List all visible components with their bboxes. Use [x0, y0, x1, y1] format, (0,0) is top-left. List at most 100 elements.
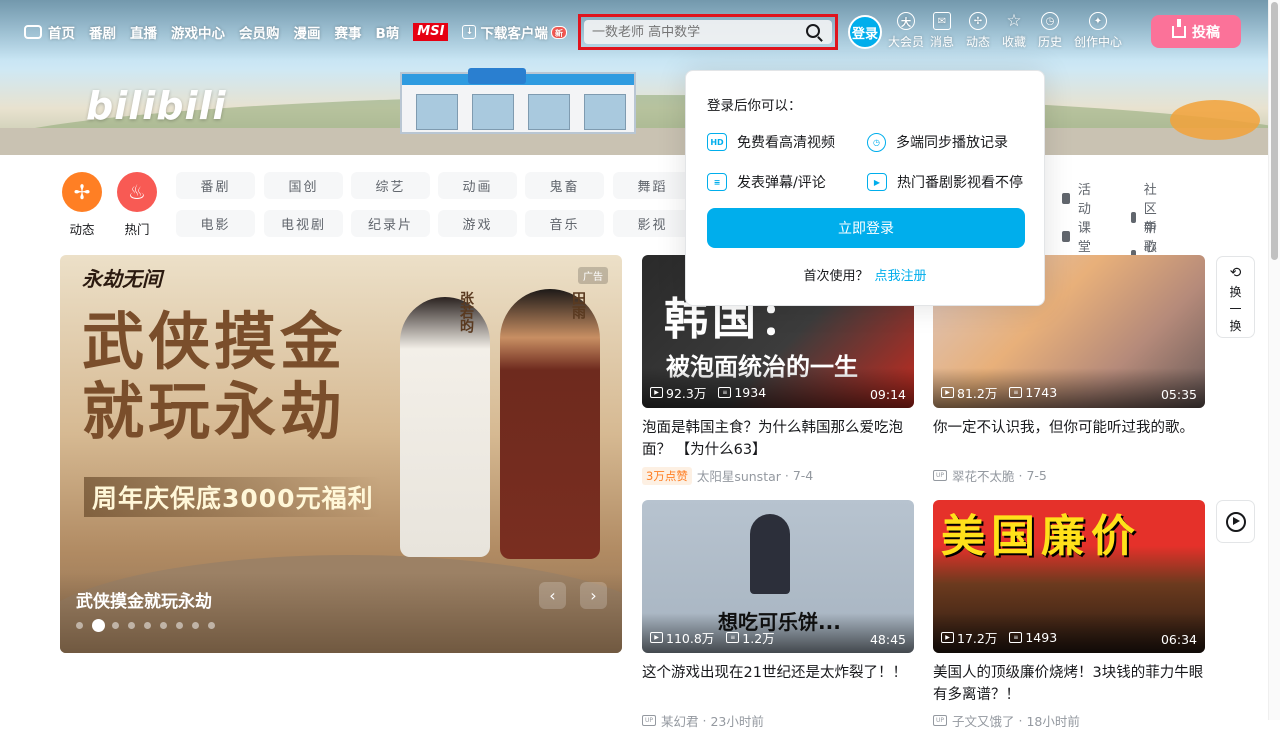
nav-favorites[interactable]: ☆ 收藏	[996, 11, 1032, 50]
nav-creator-center[interactable]: ✦ 创作中心	[1068, 12, 1128, 50]
carousel-prev-button[interactable]: ‹	[539, 582, 566, 609]
refresh-icon: ⟲	[1229, 265, 1242, 281]
nav-dynamics[interactable]: ✢ 动态	[960, 12, 996, 50]
carousel-dots	[76, 619, 224, 632]
nav-vip-shop[interactable]: 会员购	[239, 22, 280, 42]
chip-dance[interactable]: 舞蹈	[613, 172, 692, 199]
chip-variety[interactable]: 综艺	[351, 172, 430, 199]
hero-name-1: 张若昀	[458, 291, 474, 333]
carousel-dot[interactable]	[76, 622, 83, 629]
popup-login-button[interactable]: 立即登录	[707, 208, 1025, 248]
popup-heading: 登录后你可以：	[707, 98, 802, 114]
bilibili-logo[interactable]: bilibili	[86, 84, 227, 128]
video-card[interactable]: 想吃可乐饼... ▶110.8万≡1.2万 48:45 这个游戏出现在21世纪还…	[642, 500, 914, 730]
tv-icon	[24, 25, 42, 39]
video-author[interactable]: 太阳星sunstar	[697, 466, 781, 485]
category-dynamics[interactable]: ✢ 动态	[60, 172, 104, 238]
video-card[interactable]: 美国廉价 ▶ 17.2万 ≡ 1493 06:34 美国人的顶级廉价烧烤！3块钱的菲力…	[933, 500, 1205, 730]
popup-feature: ◷ 多端同步播放记录	[867, 132, 1008, 152]
video-meta: UP 子文又饿了 · 18小时前	[933, 711, 1205, 730]
login-avatar-button[interactable]: 登录	[848, 15, 882, 49]
nav-bmoe[interactable]: B萌	[376, 22, 400, 42]
link-classroom[interactable]: 课堂	[1062, 217, 1095, 255]
carousel-next-button[interactable]: ›	[580, 582, 607, 609]
nav-live[interactable]: 直播	[130, 22, 157, 42]
upload-button[interactable]: 投稿	[1151, 15, 1241, 48]
chip-anime[interactable]: 番剧	[176, 172, 255, 199]
hero-figure-left	[400, 297, 490, 557]
video-thumbnail[interactable]: 美国廉价 ▶ 17.2万 ≡ 1493 06:34	[933, 500, 1205, 653]
chip-movie[interactable]: 电影	[176, 210, 255, 237]
video-title[interactable]: 泡面是韩国主食？为什么韩国那么爱吃泡面？ 【为什么63】	[642, 417, 914, 461]
hero-promo: 周年庆保底3000元福利	[84, 477, 382, 517]
video-date: 23小时前	[710, 714, 764, 729]
video-duration: 06:34	[1160, 632, 1197, 647]
video-title[interactable]: 这个游戏出现在21世纪还是太炸裂了！！	[642, 662, 914, 706]
nav-game-center[interactable]: 游戏中心	[171, 22, 225, 42]
replay-button[interactable]	[1216, 500, 1255, 543]
carousel-dot-active[interactable]	[92, 619, 105, 632]
nav-vip[interactable]: 大大会员	[888, 12, 924, 50]
carousel-dot[interactable]	[160, 622, 167, 629]
carousel-dot[interactable]	[192, 622, 199, 629]
refresh-feed-button[interactable]: ⟲ 换 一 换	[1216, 256, 1255, 338]
nav-esports[interactable]: 赛事	[335, 22, 362, 42]
chip-kichiku[interactable]: 鬼畜	[525, 172, 604, 199]
link-activity[interactable]: 活动	[1062, 179, 1095, 217]
search-input[interactable]	[584, 24, 789, 40]
search-icon[interactable]	[806, 24, 820, 38]
nav-home[interactable]: 首页	[24, 22, 75, 42]
video-stats: ▶ 110.8万 ≡ 1.2万	[650, 628, 775, 647]
hd-icon: HD	[707, 133, 727, 151]
nav-history[interactable]: ◷ 历史	[1032, 12, 1068, 50]
chip-music[interactable]: 音乐	[525, 210, 604, 237]
page-scrollbar[interactable]	[1268, 0, 1280, 720]
carousel-dot[interactable]	[144, 622, 151, 629]
scrollbar-thumb[interactable]	[1271, 2, 1278, 260]
hero-figure-right	[500, 289, 600, 559]
carousel-dot[interactable]	[128, 622, 135, 629]
video-thumbnail[interactable]: 想吃可乐饼... ▶110.8万≡1.2万 48:45	[642, 500, 914, 653]
video-title[interactable]: 你一定不认识我，但你可能听过我的歌。	[933, 417, 1205, 461]
chip-animation[interactable]: 动画	[438, 172, 517, 199]
popup-feature: ≡ 发表弹幕/评论	[707, 172, 826, 192]
video-duration: 48:45	[869, 632, 906, 647]
nav-messages[interactable]: ✉ 消息	[924, 12, 960, 50]
video-author[interactable]: 某幻君	[661, 711, 699, 730]
up-icon: UP	[933, 470, 947, 481]
bulb-icon: ✦	[1089, 12, 1107, 30]
register-link[interactable]: 点我注册	[875, 269, 927, 284]
play-icon: ▶	[867, 173, 887, 191]
video-date: 7-5	[1026, 468, 1047, 483]
popup-feature: HD 免费看高清视频	[707, 132, 835, 152]
chip-tv-series[interactable]: 电视剧	[264, 210, 343, 237]
video-author[interactable]: 子文又饿了	[952, 711, 1015, 730]
likes-badge: 3万点赞	[642, 466, 692, 485]
video-author[interactable]: 翠花不太脆	[952, 466, 1015, 485]
carousel-dot[interactable]	[112, 622, 119, 629]
chip-film[interactable]: 影视	[613, 210, 692, 237]
category-hot[interactable]: ♨ 热门	[115, 172, 159, 238]
nav-anime[interactable]: 番剧	[89, 22, 116, 42]
play-count-icon: ▶	[941, 632, 954, 643]
video-stats: ▶ 81.2万 ≡ 1743	[941, 383, 1057, 402]
right-nav: 大大会员 ✉ 消息 ✢ 动态 ☆ 收藏 ◷ 历史 ✦ 创作中心	[888, 11, 1128, 50]
windmill-icon: ✢	[62, 172, 102, 212]
nav-manga[interactable]: 漫画	[294, 22, 321, 42]
carousel-dot[interactable]	[176, 622, 183, 629]
video-duration: 09:14	[869, 387, 906, 402]
mail-icon: ✉	[933, 12, 951, 30]
video-title[interactable]: 美国人的顶级廉价烧烤！3块钱的菲力牛眼有多离谱？！	[933, 662, 1205, 706]
hero-caption[interactable]: 武侠摸金就玩永劫	[76, 587, 212, 612]
hero-carousel[interactable]: 永劫无间 广告 武侠摸金 就玩永劫 周年庆保底3000元福利 张若昀 田雨 武侠摸…	[60, 255, 622, 653]
carousel-dot[interactable]	[208, 622, 215, 629]
login-popup: 登录后你可以： HD 免费看高清视频 ◷ 多端同步播放记录 ≡ 发表弹幕/评论 ▶ 热门…	[685, 70, 1045, 306]
msi-logo[interactable]: MSI	[413, 23, 449, 41]
video-date: 18小时前	[1026, 714, 1080, 729]
nav-download-client[interactable]: ↓ 下载客户端新	[462, 22, 567, 42]
register-prompt: 首次使用？ 点我注册	[803, 269, 927, 284]
thumbnail-overlay-text: 美国廉价	[941, 511, 1141, 562]
chip-guochuang[interactable]: 国创	[264, 172, 343, 199]
chip-documentary[interactable]: 纪录片	[351, 210, 430, 237]
chip-game[interactable]: 游戏	[438, 210, 517, 237]
